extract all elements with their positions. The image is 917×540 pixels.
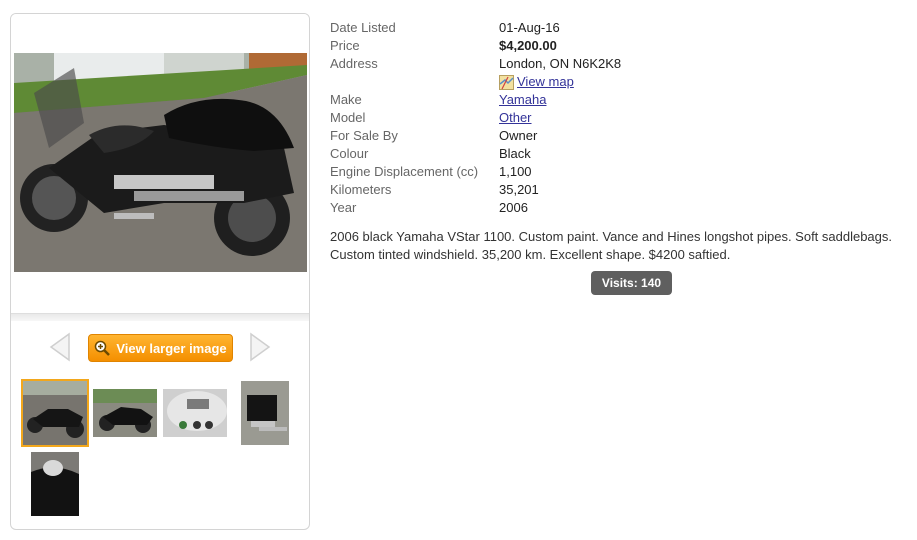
detail-label: Model: [330, 110, 366, 125]
map-icon: [499, 74, 514, 90]
gallery-divider: [11, 313, 309, 321]
thumbnail-3[interactable]: [163, 389, 227, 437]
detail-row-make: Make Yamaha: [330, 91, 621, 109]
detail-value: 2006: [499, 200, 528, 215]
listing-description: 2006 black Yamaha VStar 1100. Custom pai…: [330, 229, 893, 262]
detail-label: For Sale By: [330, 128, 398, 143]
photo-gallery: View larger image: [10, 13, 310, 530]
view-map-row: View map: [499, 73, 621, 91]
detail-row-price: Price $4,200.00: [330, 37, 621, 55]
detail-row-colour: Colour Black: [330, 145, 621, 163]
model-link[interactable]: Other: [499, 110, 532, 125]
detail-label: Kilometers: [330, 182, 392, 197]
thumbnail-1[interactable]: [21, 379, 89, 447]
thumbnail-2[interactable]: [93, 389, 157, 437]
make-link[interactable]: Yamaha: [499, 92, 546, 107]
detail-value: 01-Aug-16: [499, 20, 560, 35]
price-value: $4,200.00: [499, 38, 557, 53]
detail-label: Price: [330, 38, 360, 53]
view-larger-image-button[interactable]: View larger image: [88, 334, 233, 362]
detail-row-for-sale-by: For Sale By Owner: [330, 127, 621, 145]
detail-row-address: Address London, ON N6K2K8 View map: [330, 55, 621, 91]
detail-row-kilometers: Kilometers 35,201: [330, 181, 621, 199]
detail-value: 1,100: [499, 164, 532, 179]
view-map-link[interactable]: View map: [517, 73, 574, 91]
detail-value: Black: [499, 146, 531, 161]
address-text: London, ON N6K2K8: [499, 56, 622, 71]
motorcycle-photo: [14, 53, 307, 272]
detail-label: Date Listed: [330, 20, 396, 35]
main-photo-frame: [11, 14, 309, 314]
visits-badge: Visits: 140: [591, 271, 672, 295]
thumbnail-4[interactable]: [241, 381, 289, 445]
detail-row-model: Model Other: [330, 109, 621, 127]
listing-details: Date Listed 01-Aug-16 Price $4,200.00 Ad…: [330, 19, 621, 217]
address-value: London, ON N6K2K8 View map: [499, 55, 621, 91]
detail-row-date-listed: Date Listed 01-Aug-16: [330, 19, 621, 37]
detail-value: 35,201: [499, 182, 539, 197]
detail-label: Engine Displacement (cc): [330, 164, 479, 179]
zoom-in-icon: [95, 340, 111, 356]
thumbnail-5[interactable]: [31, 452, 79, 516]
detail-row-year: Year 2006: [330, 199, 621, 217]
detail-label: Year: [330, 200, 357, 215]
detail-label: Address: [330, 56, 378, 71]
detail-label: Make: [330, 92, 362, 107]
detail-row-engine-displacement: Engine Displacement (cc) 1,100: [330, 163, 621, 181]
detail-label: Colour: [330, 146, 369, 161]
previous-image-arrow-icon[interactable]: [49, 332, 71, 362]
detail-value: Owner: [499, 128, 538, 143]
next-image-arrow-icon[interactable]: [249, 332, 271, 362]
main-photo[interactable]: [14, 53, 307, 272]
view-larger-label: View larger image: [116, 340, 227, 356]
